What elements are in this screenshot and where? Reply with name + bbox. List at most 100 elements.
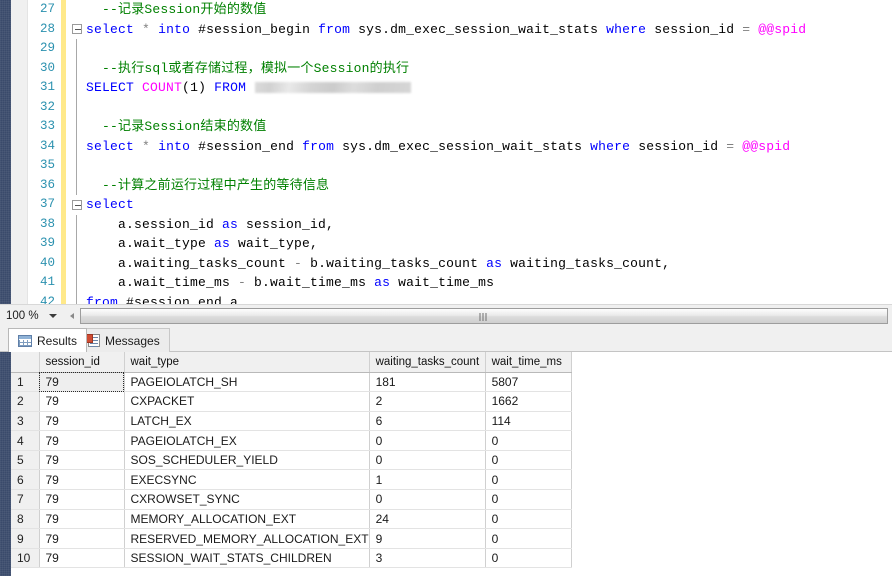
code-line[interactable]: 42from #session_end a: [29, 293, 892, 305]
chevron-down-icon[interactable]: [49, 314, 57, 318]
code-line[interactable]: 37select: [29, 195, 892, 215]
zoom-level-label: 100 %: [6, 310, 39, 322]
sql-code-editor[interactable]: 27 --记录Session开始的数值28select * into #sess…: [11, 0, 892, 304]
editor-left-strip: [0, 0, 11, 304]
cell-wait-time-ms[interactable]: 0: [485, 548, 571, 568]
table-row[interactable]: 479PAGEIOLATCH_EX00: [11, 431, 571, 451]
cell-session-id[interactable]: 79: [39, 529, 124, 549]
code-line[interactable]: 27 --记录Session开始的数值: [29, 0, 892, 20]
scroll-grip-icon: [480, 313, 489, 321]
cell-waiting-tasks-count[interactable]: 1: [369, 470, 485, 490]
cell-wait-type[interactable]: SESSION_WAIT_STATS_CHILDREN: [124, 548, 369, 568]
cell-session-id[interactable]: 79: [39, 411, 124, 431]
cell-waiting-tasks-count[interactable]: 6: [369, 411, 485, 431]
code-line[interactable]: 30 --执行sql或者存储过程，模拟一个Session的执行: [29, 59, 892, 79]
table-row[interactable]: 779CXROWSET_SYNC00: [11, 490, 571, 510]
row-number-cell[interactable]: 2: [11, 392, 39, 412]
cell-wait-type[interactable]: PAGEIOLATCH_SH: [124, 372, 369, 392]
table-row[interactable]: 879MEMORY_ALLOCATION_EXT240: [11, 509, 571, 529]
cell-wait-type[interactable]: LATCH_EX: [124, 411, 369, 431]
cell-session-id[interactable]: 79: [39, 490, 124, 510]
cell-waiting-tasks-count[interactable]: 24: [369, 509, 485, 529]
code-line[interactable]: 35: [29, 156, 892, 176]
table-row[interactable]: 679EXECSYNC10: [11, 470, 571, 490]
col-header-wait-type[interactable]: wait_type: [124, 352, 369, 372]
cell-wait-type[interactable]: RESERVED_MEMORY_ALLOCATION_EXT: [124, 529, 369, 549]
code-line[interactable]: 38 a.session_id as session_id,: [29, 215, 892, 235]
code-line[interactable]: 36 --计算之前运行过程中产生的等待信息: [29, 176, 892, 196]
code-line[interactable]: 28select * into #session_begin from sys.…: [29, 20, 892, 40]
results-grid[interactable]: session_id wait_type waiting_tasks_count…: [11, 352, 892, 576]
cell-wait-time-ms[interactable]: 0: [485, 431, 571, 451]
cell-wait-time-ms[interactable]: 0: [485, 450, 571, 470]
change-bar: [61, 98, 66, 118]
code-line[interactable]: 31SELECT COUNT(1) FROM: [29, 78, 892, 98]
row-number-cell[interactable]: 7: [11, 490, 39, 510]
cell-waiting-tasks-count[interactable]: 0: [369, 490, 485, 510]
cell-wait-type[interactable]: CXROWSET_SYNC: [124, 490, 369, 510]
table-row[interactable]: 379LATCH_EX6114: [11, 411, 571, 431]
cell-wait-type[interactable]: SOS_SCHEDULER_YIELD: [124, 450, 369, 470]
col-header-wait-time-ms[interactable]: wait_time_ms: [485, 352, 571, 372]
cell-wait-type[interactable]: EXECSYNC: [124, 470, 369, 490]
cell-waiting-tasks-count[interactable]: 3: [369, 548, 485, 568]
code-line[interactable]: 39 a.wait_type as wait_type,: [29, 234, 892, 254]
row-number-cell[interactable]: 5: [11, 450, 39, 470]
code-line[interactable]: 33 --记录Session结束的数值: [29, 117, 892, 137]
cell-wait-type[interactable]: MEMORY_ALLOCATION_EXT: [124, 509, 369, 529]
cell-wait-time-ms[interactable]: 0: [485, 470, 571, 490]
table-row[interactable]: 179PAGEIOLATCH_SH1815807: [11, 372, 571, 392]
cell-session-id[interactable]: 79: [39, 470, 124, 490]
col-header-waiting-tasks-count[interactable]: waiting_tasks_count: [369, 352, 485, 372]
change-bar: [61, 234, 66, 254]
cell-wait-time-ms[interactable]: 0: [485, 490, 571, 510]
code-line[interactable]: 41 a.wait_time_ms - b.wait_time_ms as wa…: [29, 273, 892, 293]
code-line[interactable]: 32: [29, 98, 892, 118]
fold-guide-line: [76, 254, 77, 274]
collapse-minus-icon[interactable]: [72, 24, 82, 34]
cell-session-id[interactable]: 79: [39, 372, 124, 392]
table-row[interactable]: 579SOS_SCHEDULER_YIELD00: [11, 450, 571, 470]
code-line[interactable]: 29: [29, 39, 892, 59]
cell-wait-time-ms[interactable]: 0: [485, 529, 571, 549]
collapse-minus-icon[interactable]: [72, 200, 82, 210]
zoom-level-dropdown[interactable]: 100 %: [0, 305, 64, 327]
code-line[interactable]: 34select * into #session_end from sys.dm…: [29, 137, 892, 157]
cell-waiting-tasks-count[interactable]: 9: [369, 529, 485, 549]
cell-wait-time-ms[interactable]: 1662: [485, 392, 571, 412]
tab-results[interactable]: Results: [8, 328, 87, 352]
cell-session-id[interactable]: 79: [39, 392, 124, 412]
line-number: 33: [29, 117, 55, 137]
col-header-session-id[interactable]: session_id: [39, 352, 124, 372]
cell-session-id[interactable]: 79: [39, 548, 124, 568]
cell-waiting-tasks-count[interactable]: 0: [369, 431, 485, 451]
table-row[interactable]: 979RESERVED_MEMORY_ALLOCATION_EXT90: [11, 529, 571, 549]
row-number-cell[interactable]: 1: [11, 372, 39, 392]
horizontal-scrollbar-thumb[interactable]: [80, 308, 888, 324]
cell-waiting-tasks-count[interactable]: 0: [369, 450, 485, 470]
change-bar: [61, 293, 66, 305]
cell-wait-type[interactable]: CXPACKET: [124, 392, 369, 412]
cell-waiting-tasks-count[interactable]: 2: [369, 392, 485, 412]
cell-wait-type[interactable]: PAGEIOLATCH_EX: [124, 431, 369, 451]
cell-session-id[interactable]: 79: [39, 431, 124, 451]
code-line[interactable]: 40 a.waiting_tasks_count - b.waiting_tas…: [29, 254, 892, 274]
cell-waiting-tasks-count[interactable]: 181: [369, 372, 485, 392]
cell-wait-time-ms[interactable]: 114: [485, 411, 571, 431]
table-row[interactable]: 1079SESSION_WAIT_STATS_CHILDREN30: [11, 548, 571, 568]
table-row[interactable]: 279CXPACKET21662: [11, 392, 571, 412]
row-number-cell[interactable]: 10: [11, 548, 39, 568]
scroll-left-arrow-icon[interactable]: [66, 309, 78, 322]
row-number-cell[interactable]: 8: [11, 509, 39, 529]
row-number-cell[interactable]: 4: [11, 431, 39, 451]
row-number-cell[interactable]: 6: [11, 470, 39, 490]
row-number-cell[interactable]: 9: [11, 529, 39, 549]
row-number-cell[interactable]: 3: [11, 411, 39, 431]
fold-guide-line: [76, 59, 77, 79]
tab-messages[interactable]: Messages: [78, 328, 170, 352]
cell-session-id[interactable]: 79: [39, 450, 124, 470]
cell-wait-time-ms[interactable]: 5807: [485, 372, 571, 392]
col-header-rownum[interactable]: [11, 352, 39, 372]
cell-wait-time-ms[interactable]: 0: [485, 509, 571, 529]
cell-session-id[interactable]: 79: [39, 509, 124, 529]
